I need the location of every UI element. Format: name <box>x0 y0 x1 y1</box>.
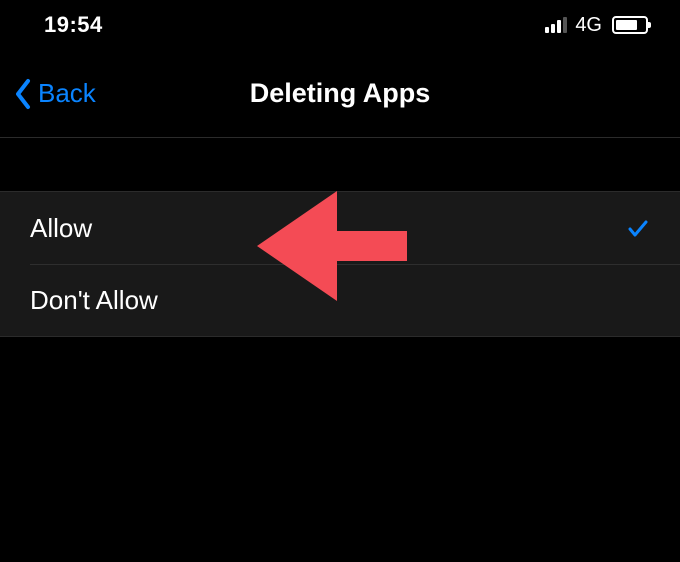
option-dont-allow[interactable]: Don't Allow <box>30 264 680 336</box>
status-bar: 19:54 4G <box>0 0 680 50</box>
section-gap <box>0 138 680 191</box>
signal-icon <box>545 17 567 33</box>
network-label: 4G <box>575 14 602 37</box>
option-label: Allow <box>30 213 92 244</box>
navigation-bar: Back Deleting Apps <box>0 50 680 138</box>
status-indicators: 4G <box>545 14 648 37</box>
screen: 19:54 4G Back Deleting Apps <box>0 0 680 562</box>
options-list: Allow Don't Allow <box>0 191 680 337</box>
option-label: Don't Allow <box>30 285 158 316</box>
chevron-left-icon <box>14 78 32 110</box>
page-title: Deleting Apps <box>250 78 431 109</box>
battery-icon <box>612 16 648 34</box>
checkmark-icon <box>626 216 650 240</box>
back-button[interactable]: Back <box>14 50 96 137</box>
option-allow[interactable]: Allow <box>0 192 680 264</box>
back-label: Back <box>38 78 96 109</box>
status-time: 19:54 <box>44 12 103 38</box>
